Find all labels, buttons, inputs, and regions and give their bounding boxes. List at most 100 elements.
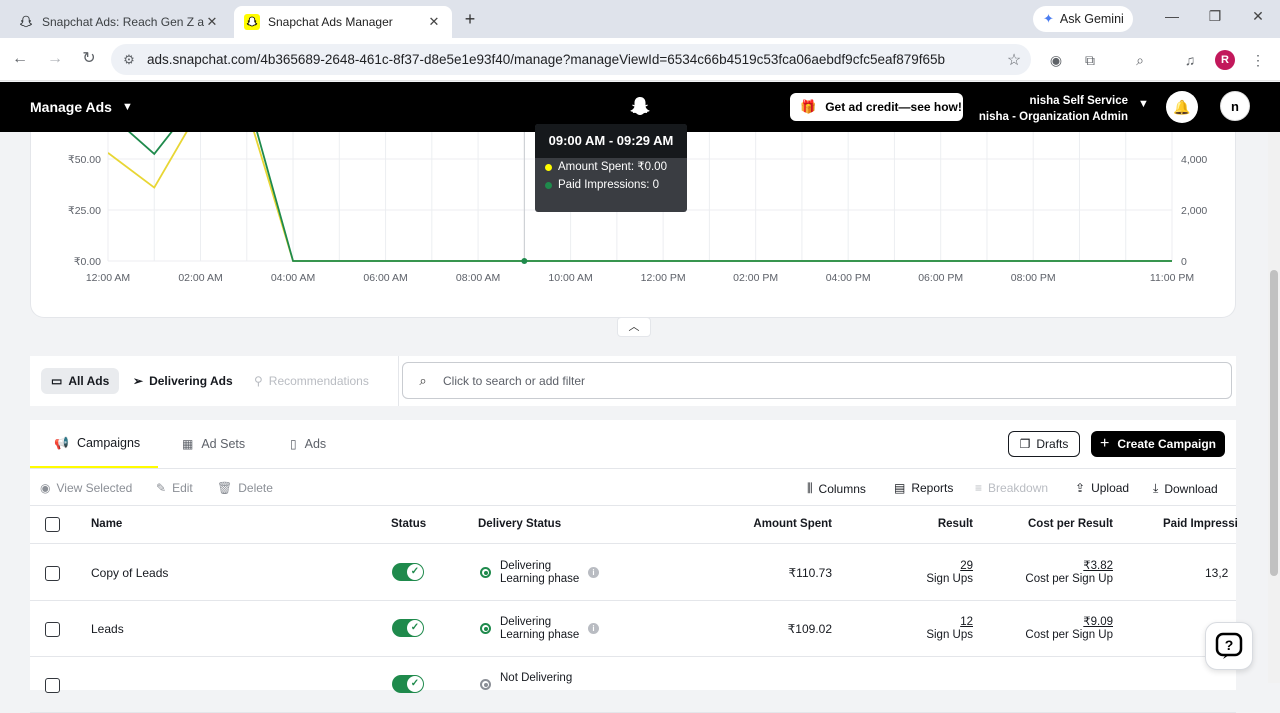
delivery-status-primary: Delivering	[500, 616, 552, 628]
delivery-status-primary: Not Delivering	[500, 672, 573, 684]
create-campaign-button[interactable]: + Create Campaign	[1091, 431, 1225, 457]
breakdown-icon: ≡	[975, 481, 983, 495]
breakdown-button[interactable]: ≡ Breakdown	[975, 481, 1048, 495]
eye-icon: ◉	[40, 481, 51, 495]
scrollbar-thumb[interactable]	[1270, 270, 1278, 576]
recommendations-tab[interactable]: ⚲ Recommendations	[244, 368, 379, 394]
drafts-button[interactable]: ❐ Drafts	[1008, 431, 1080, 457]
status-toggle[interactable]: ✓	[392, 619, 424, 637]
all-ads-label: All Ads	[68, 374, 110, 388]
check-icon: ✓	[407, 620, 423, 636]
table-row[interactable]: Leads ✓ Delivering Learning phase i ₹109…	[30, 601, 1236, 657]
help-question-icon: ?	[1215, 632, 1243, 659]
x-tick-label: 08:00 PM	[1011, 272, 1056, 284]
view-selected-label: View Selected	[56, 481, 133, 495]
check-icon: ✓	[407, 676, 423, 692]
x-tick-label: 02:00 PM	[733, 272, 778, 284]
megaphone-icon: 📢	[54, 436, 69, 450]
search-icon: ⌕	[419, 372, 427, 388]
tooltip-paid-impressions: Paid Impressions: 0	[535, 176, 687, 194]
table-header: Name Status Delivery Status Amount Spent…	[30, 506, 1238, 544]
recommendations-label: Recommendations	[268, 374, 369, 388]
campaign-name[interactable]: Leads	[91, 622, 124, 636]
cost-link[interactable]: ₹3.82	[1025, 560, 1113, 573]
impressions-value: 13,2	[1205, 566, 1229, 580]
x-tick-label: 10:00 AM	[548, 272, 592, 284]
select-all-checkbox[interactable]	[45, 517, 60, 532]
info-icon[interactable]: i	[588, 623, 599, 634]
help-chat-button[interactable]: ?	[1205, 622, 1253, 670]
status-toggle[interactable]: ✓	[392, 563, 424, 581]
header-name[interactable]: Name	[91, 518, 122, 530]
columns-button[interactable]: ⫼ Columns	[807, 481, 866, 496]
delivery-status: Not Delivering	[500, 672, 572, 685]
y-right-tick-label: 0	[1181, 256, 1187, 268]
result-count-link[interactable]: 29	[926, 560, 973, 573]
header-delivery-status[interactable]: Delivery Status	[478, 518, 561, 530]
result-value: 29 Sign Ups	[926, 560, 973, 586]
lightbulb-icon: ⚲	[254, 374, 263, 388]
delivery-status: Delivering Learning phase	[500, 616, 579, 642]
cost-link[interactable]: ₹9.09	[1025, 616, 1113, 629]
delivery-status-secondary: Learning phase	[500, 629, 580, 641]
x-tick-label: 02:00 AM	[178, 272, 222, 284]
plus-icon: +	[1099, 435, 1110, 452]
tab-campaigns[interactable]: 📢 Campaigns	[30, 420, 158, 468]
reports-button[interactable]: ▤ Reports	[894, 481, 953, 495]
status-toggle[interactable]: ✓	[392, 675, 424, 693]
row-checkbox[interactable]	[45, 622, 60, 637]
tab-ad-sets[interactable]: ▦ Ad Sets	[182, 420, 245, 468]
cost-per-result-value: ₹3.82 Cost per Sign Up	[1025, 560, 1113, 586]
row-checkbox[interactable]	[45, 678, 60, 693]
view-selected-button[interactable]: ◉ View Selected	[40, 481, 132, 495]
phone-icon: ▯	[290, 437, 297, 451]
upload-icon: ⇪	[1075, 481, 1086, 495]
delivering-ads-label: Delivering Ads	[149, 374, 233, 388]
header-cost-per-result[interactable]: Cost per Result	[1028, 518, 1113, 530]
filter-bar: ▭ All Ads ➢ Delivering Ads ⚲ Recommendat…	[30, 356, 1236, 406]
result-value: 12 Sign Ups	[926, 616, 973, 642]
campaigns-table-card: 📢 Campaigns ▦ Ad Sets ▯ Ads ❐ Drafts + C…	[30, 420, 1238, 713]
result-count-link[interactable]: 12	[926, 616, 973, 629]
grid-icon: ▦	[182, 437, 194, 451]
header-amount-spent[interactable]: Amount Spent	[753, 518, 832, 530]
tab-ad-sets-label: Ad Sets	[201, 437, 246, 451]
tab-ads-label: Ads	[304, 437, 327, 451]
amount-spent-value: ₹110.73	[788, 566, 832, 580]
x-tick-label: 11:00 PM	[1150, 272, 1194, 284]
delivering-status-icon	[480, 567, 491, 578]
svg-text:?: ?	[1225, 637, 1234, 653]
delete-button[interactable]: 🗑 Delete	[217, 481, 273, 495]
trash-icon: 🗑	[217, 481, 233, 495]
row-checkbox[interactable]	[45, 566, 60, 581]
impressions-legend-dot	[545, 181, 552, 189]
y-right-tick-label: 4,000	[1181, 154, 1207, 166]
delivering-ads-tab[interactable]: ➢ Delivering Ads	[123, 368, 243, 394]
x-tick-label: 08:00 AM	[456, 272, 500, 284]
header-status[interactable]: Status	[391, 518, 426, 530]
delete-label: Delete	[238, 481, 273, 495]
table-row[interactable]: Copy of Leads ✓ Delivering Learning phas…	[30, 545, 1236, 601]
x-tick-label: 06:00 PM	[918, 272, 963, 284]
amount-spent-legend-dot	[545, 163, 552, 171]
collapse-chart-chevron-up-icon[interactable]: ︿	[617, 317, 651, 337]
search-filter-input[interactable]: ⌕ Click to search or add filter	[402, 362, 1232, 399]
info-icon[interactable]: i	[588, 567, 599, 578]
header-paid-impressions[interactable]: Paid Impressi	[1163, 518, 1238, 530]
header-result[interactable]: Result	[938, 518, 973, 530]
folder-icon: ▭	[51, 374, 63, 388]
campaign-name[interactable]: Copy of Leads	[91, 566, 168, 580]
tab-ads[interactable]: ▯ Ads	[290, 420, 326, 468]
x-tick-label: 06:00 AM	[363, 272, 407, 284]
upload-button[interactable]: ⇪ Upload	[1075, 481, 1129, 495]
download-label: Download	[1164, 481, 1218, 496]
tooltip-amount-text: Amount Spent: ₹0.00	[558, 161, 667, 173]
delivery-status-primary: Delivering	[500, 560, 552, 572]
table-row[interactable]: ✓ Not Delivering	[30, 657, 1236, 713]
download-button[interactable]: ⤓ Download	[1153, 481, 1218, 496]
search-placeholder: Click to search or add filter	[443, 373, 586, 388]
edit-button[interactable]: ✎ Edit	[156, 481, 193, 495]
all-ads-tab[interactable]: ▭ All Ads	[41, 368, 120, 394]
cost-per-result-value: ₹9.09 Cost per Sign Up	[1025, 616, 1113, 642]
cost-unit: Cost per Sign Up	[1025, 629, 1113, 641]
